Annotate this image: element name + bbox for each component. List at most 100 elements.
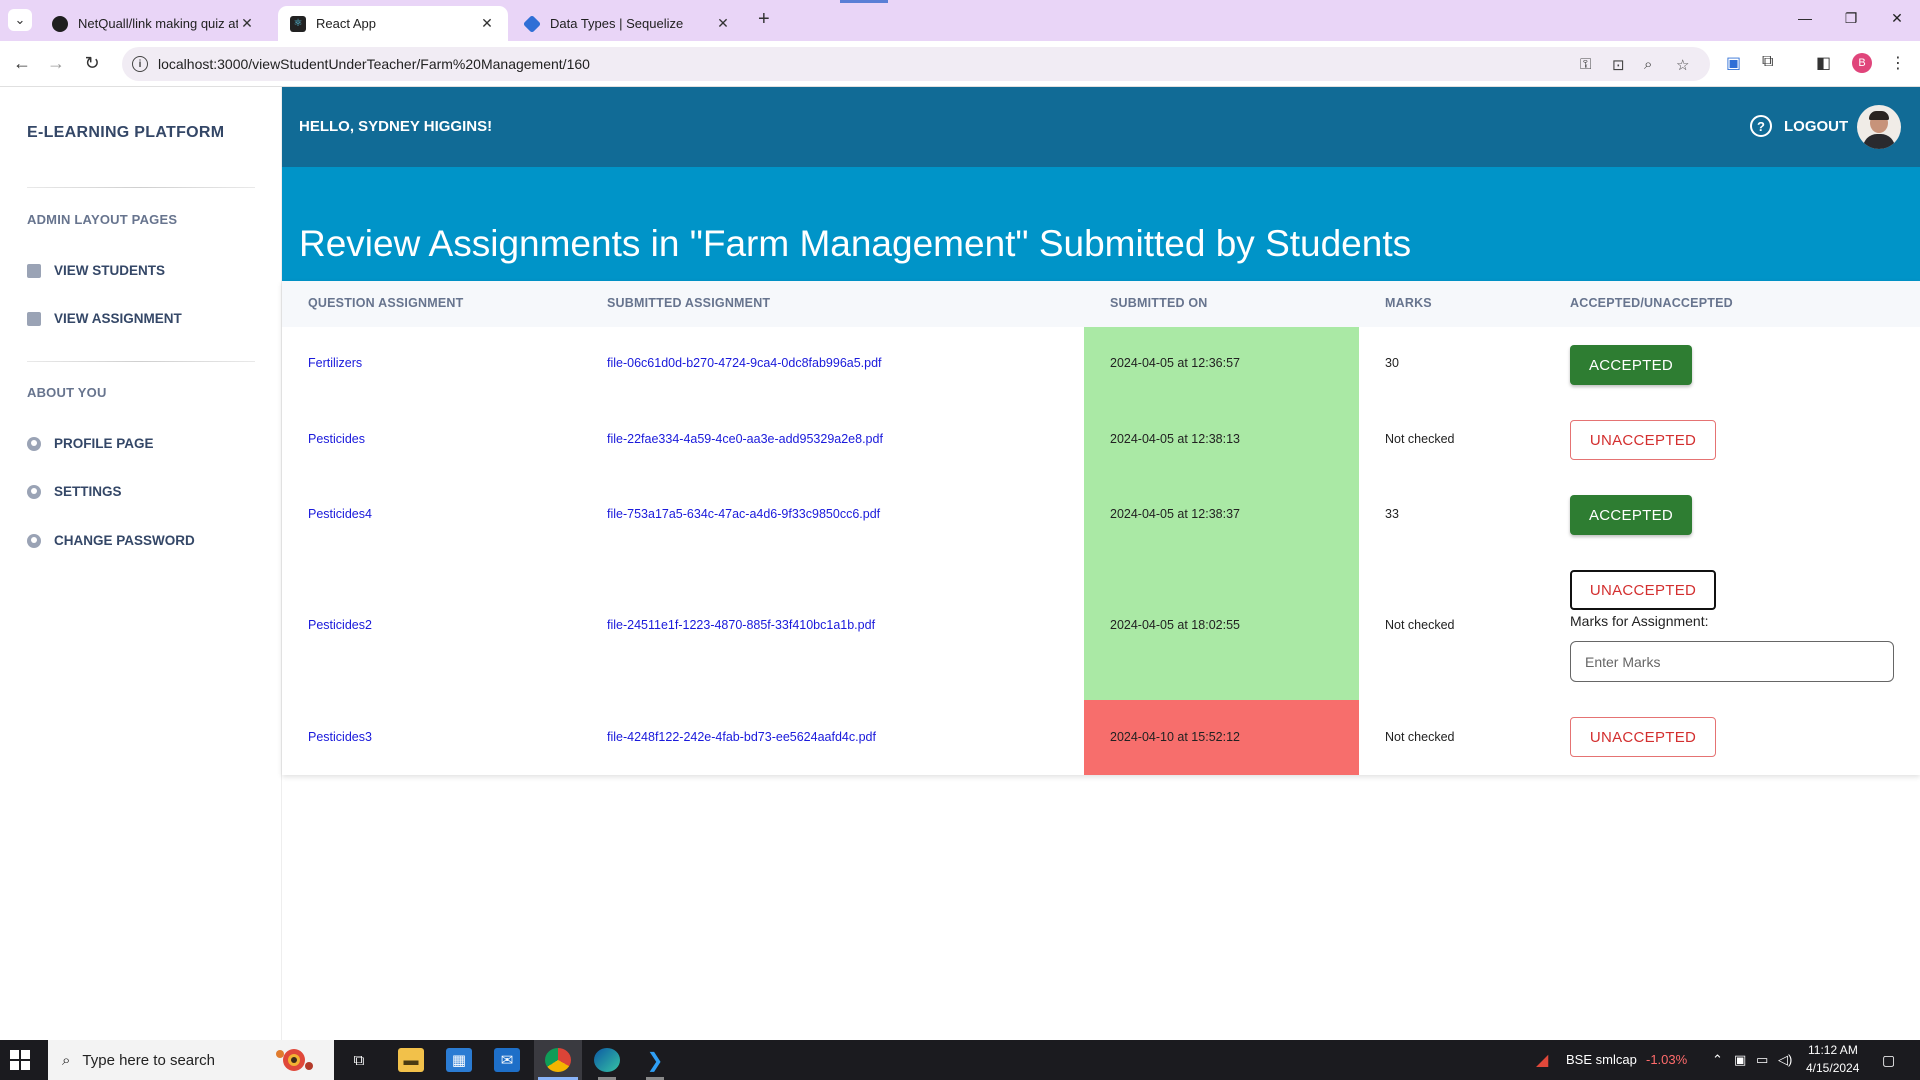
- marks-label: Marks for Assignment:: [1570, 613, 1709, 629]
- accepted-button[interactable]: ACCEPTED: [1570, 345, 1692, 385]
- marks-value: 30: [1385, 356, 1399, 370]
- sidebar-item-settings[interactable]: SETTINGS: [27, 484, 122, 499]
- window-close-icon[interactable]: ✕: [1874, 10, 1920, 27]
- menu-dots-icon[interactable]: ⋮: [1890, 53, 1906, 73]
- windows-start-icon[interactable]: [10, 1050, 30, 1070]
- sequelize-icon: [522, 14, 542, 33]
- clock-date[interactable]: 4/15/2024: [1806, 1061, 1859, 1075]
- task-view-icon[interactable]: ⧉: [346, 1048, 372, 1072]
- help-icon[interactable]: ?: [1750, 115, 1772, 137]
- question-assignment-link[interactable]: Pesticides4: [308, 507, 372, 521]
- page-banner: Review Assignments in "Farm Management" …: [282, 167, 1920, 281]
- unaccepted-button[interactable]: UNACCEPTED: [1570, 420, 1716, 460]
- url-text: localhost:3000/viewStudentUnderTeacher/F…: [158, 56, 590, 72]
- reload-icon[interactable]: ↻: [80, 53, 104, 74]
- file-explorer-icon[interactable]: ▬: [398, 1048, 424, 1072]
- bookmark-star-icon[interactable]: ☆: [1676, 56, 1689, 74]
- submitted-file-link[interactable]: file-22fae334-4a59-4ce0-aa3e-add95329a2e…: [607, 432, 883, 446]
- sidebar-item-label: VIEW ASSIGNMENT: [54, 311, 182, 326]
- sidebar-item-view-assignment[interactable]: VIEW ASSIGNMENT: [27, 311, 182, 326]
- submitted-file-link[interactable]: file-753a17a5-634c-47ac-a4d6-9f33c9850cc…: [607, 507, 880, 521]
- new-tab-button[interactable]: +: [758, 8, 770, 31]
- user-greeting: HELLO, SYDNEY HIGGINS!: [299, 118, 493, 135]
- question-assignment-link[interactable]: Pesticides2: [308, 618, 372, 632]
- browser-tab-strip: ⌄ NetQuall/link making quiz at m ✕ ⚛ Rea…: [0, 0, 1920, 41]
- close-icon[interactable]: ✕: [238, 15, 256, 32]
- question-assignment-link[interactable]: Pesticides: [308, 432, 365, 446]
- side-panel-icon[interactable]: ◧: [1816, 53, 1831, 73]
- extension-icon[interactable]: ▣: [1726, 53, 1741, 73]
- sidebar-section-about: ABOUT YOU: [27, 385, 107, 400]
- tab-sequelize[interactable]: Data Types | Sequelize ✕: [512, 6, 744, 41]
- accepted-button[interactable]: ACCEPTED: [1570, 495, 1692, 535]
- submitted-file-link[interactable]: file-24511e1f-1223-4870-885f-33f410bc1a1…: [607, 618, 875, 632]
- sidebar: E-LEARNING PLATFORM ADMIN LAYOUT PAGES V…: [0, 87, 282, 1040]
- profile-avatar[interactable]: B: [1852, 53, 1872, 73]
- user-circle-icon: [27, 436, 41, 451]
- forward-icon[interactable]: →: [44, 53, 68, 74]
- chevron-up-icon[interactable]: ⌃: [1712, 1052, 1723, 1068]
- submitted-on-text: 2024-04-05 at 18:02:55: [1110, 618, 1240, 632]
- puzzle-icon[interactable]: ⧉: [1762, 53, 1773, 71]
- page-title: Review Assignments in "Farm Management" …: [299, 223, 1412, 264]
- back-icon[interactable]: ←: [10, 53, 34, 74]
- table-header: QUESTION ASSIGNMENT SUBMITTED ASSIGNMENT…: [282, 281, 1920, 327]
- taskbar-search-placeholder: Type here to search: [82, 1051, 215, 1069]
- column-header: MARKS: [1385, 296, 1432, 310]
- sidebar-item-profile-page[interactable]: PROFILE PAGE: [27, 436, 154, 451]
- windows-taskbar: ⌕ Type here to search ⧉ ▬ ▦ ✉ ❯ ◢ BSE sm…: [0, 1040, 1920, 1080]
- submitted-on-cell: 2024-04-05 at 12:36:57: [1084, 327, 1359, 403]
- store-icon[interactable]: ▦: [446, 1048, 472, 1072]
- zoom-icon[interactable]: ⌕: [1644, 56, 1652, 73]
- address-bar-row: ← → ↻ i localhost:3000/viewStudentUnderT…: [0, 41, 1920, 87]
- site-info-icon[interactable]: i: [132, 56, 148, 72]
- notifications-icon[interactable]: ▢: [1882, 1052, 1895, 1069]
- sidebar-item-change-password[interactable]: CHANGE PASSWORD: [27, 533, 195, 548]
- sidebar-item-label: CHANGE PASSWORD: [54, 533, 195, 548]
- close-icon[interactable]: ✕: [478, 15, 496, 32]
- meet-now-icon[interactable]: ▣: [1734, 1052, 1746, 1068]
- document-icon: [27, 263, 41, 278]
- tab-netquall[interactable]: NetQuall/link making quiz at m ✕: [40, 6, 268, 41]
- close-icon[interactable]: ✕: [714, 15, 732, 32]
- submitted-on-text: 2024-04-05 at 12:38:37: [1110, 507, 1240, 521]
- question-assignment-link[interactable]: Pesticides3: [308, 730, 372, 744]
- brand-title[interactable]: E-LEARNING PLATFORM: [27, 124, 224, 142]
- key-icon[interactable]: ⚿: [1580, 56, 1591, 73]
- submitted-on-text: 2024-04-05 at 12:38:13: [1110, 432, 1240, 446]
- submitted-file-link[interactable]: file-06c61d0d-b270-4724-9ca4-0dc8fab996a…: [607, 356, 882, 370]
- address-bar[interactable]: i localhost:3000/viewStudentUnderTeacher…: [122, 47, 1710, 81]
- chrome-icon[interactable]: [545, 1048, 571, 1072]
- unaccepted-button[interactable]: UNACCEPTED: [1570, 717, 1716, 757]
- sidebar-item-view-students[interactable]: VIEW STUDENTS: [27, 263, 165, 278]
- chevron-down-icon: ⌄: [14, 12, 26, 27]
- top-navbar: HELLO, SYDNEY HIGGINS! ? LOGOUT: [282, 87, 1920, 167]
- marks-input[interactable]: [1570, 641, 1894, 682]
- unaccepted-button[interactable]: UNACCEPTED: [1570, 570, 1716, 610]
- column-header: SUBMITTED ASSIGNMENT: [607, 296, 771, 310]
- tab-react-app[interactable]: ⚛ React App ✕: [278, 6, 508, 41]
- avatar[interactable]: [1857, 105, 1901, 149]
- search-icon: ⌕: [62, 1051, 71, 1069]
- volume-icon[interactable]: ◁): [1778, 1052, 1792, 1068]
- submitted-file-link[interactable]: file-4248f122-242e-4fab-bd73-ee5624aafd4…: [607, 730, 876, 744]
- sidebar-divider: [27, 361, 255, 362]
- edge-icon[interactable]: [594, 1048, 620, 1072]
- mail-icon[interactable]: ✉: [494, 1048, 520, 1072]
- network-icon[interactable]: ▭: [1756, 1052, 1768, 1068]
- tab-search-button[interactable]: ⌄: [8, 9, 32, 31]
- submitted-on-cell: 2024-04-05 at 18:02:55: [1084, 553, 1359, 700]
- vscode-icon[interactable]: ❯: [642, 1048, 668, 1072]
- minimize-icon[interactable]: —: [1782, 10, 1828, 26]
- stock-name[interactable]: BSE smlcap: [1566, 1052, 1637, 1067]
- restore-icon[interactable]: ❐: [1828, 10, 1874, 27]
- clock-time[interactable]: 11:12 AM: [1808, 1043, 1858, 1057]
- question-assignment-link[interactable]: Fertilizers: [308, 356, 362, 370]
- search-highlight-flower-icon: [276, 1049, 313, 1071]
- avatar-hair: [1869, 111, 1889, 120]
- sidebar-item-label: SETTINGS: [54, 484, 122, 499]
- tab-drag-indicator: [840, 0, 888, 3]
- install-icon[interactable]: ⊡: [1612, 56, 1625, 74]
- sidebar-divider: [27, 187, 255, 188]
- logout-button[interactable]: LOGOUT: [1784, 118, 1848, 135]
